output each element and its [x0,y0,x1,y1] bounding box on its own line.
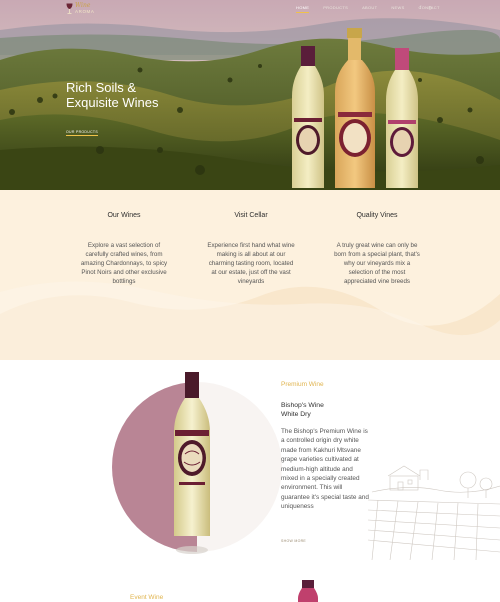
features-section: Our Wines Explore a vast selection of ca… [0,190,500,360]
product-title-line-2: White Dry [281,411,311,418]
product-description: The Bishop's Premium Wine is a controlle… [281,428,369,511]
feature-text: Explore a vast selection of carefully cr… [80,242,168,285]
product-title-line-1: Bishop's Wine [281,402,324,409]
instagram-icon[interactable]: ◎ [428,5,432,11]
hero-bottles-image [292,28,418,188]
hero-title-line-2: Exquisite Wines [66,95,159,110]
feature-our-wines: Our Wines Explore a vast selection of ca… [79,212,169,286]
nav-item-products[interactable]: PRODUCTS [323,5,348,13]
nav-item-home[interactable]: HOME [296,5,310,13]
nav-item-news[interactable]: NEWS [391,5,404,13]
feature-text: Experience first hand what wine making i… [207,242,295,285]
hero-section: Wine AROMA HOME PRODUCTS ABOUT NEWS CONT… [0,0,500,190]
product-title: Bishop's Wine White Dry [281,401,361,419]
our-products-button[interactable]: OUR PRODUCTS [66,130,98,136]
show-more-button[interactable]: SHOW MORE [281,539,306,543]
feature-title: Our Wines [107,212,141,219]
logo-sub-text: AROMA [75,9,95,14]
facebook-icon[interactable]: f [420,5,421,10]
top-navigation: Wine AROMA HOME PRODUCTS ABOUT NEWS CONT… [0,0,500,16]
product-kicker: Premium Wine [281,381,324,388]
product-bottle-image[interactable] [172,370,212,565]
feature-title: Quality Vines [356,212,398,219]
event-wine-kicker: Event Wine [130,594,164,601]
wine-glass-icon [66,3,73,14]
brand-logo[interactable]: Wine AROMA [66,2,106,16]
nav-item-about[interactable]: ABOUT [362,5,377,13]
event-bottle-image[interactable] [298,580,318,602]
feature-title: Visit Cellar [234,212,268,219]
hero-title-line-1: Rich Soils & [66,80,137,95]
vineyard-sketch-illustration [368,465,500,560]
logo-script-text: Wine [75,2,91,9]
wave-divider [0,281,500,360]
hero-title: Rich Soils & Exquisite Wines [66,80,176,110]
feature-visit-cellar: Visit Cellar Experience first hand what … [206,212,296,286]
feature-quality-vines: Quality Vines A truly great wine can onl… [332,212,422,286]
feature-text: A truly great wine can only be born from… [334,242,420,285]
product-section: Premium Wine Bishop's Wine White Dry The… [0,360,500,602]
